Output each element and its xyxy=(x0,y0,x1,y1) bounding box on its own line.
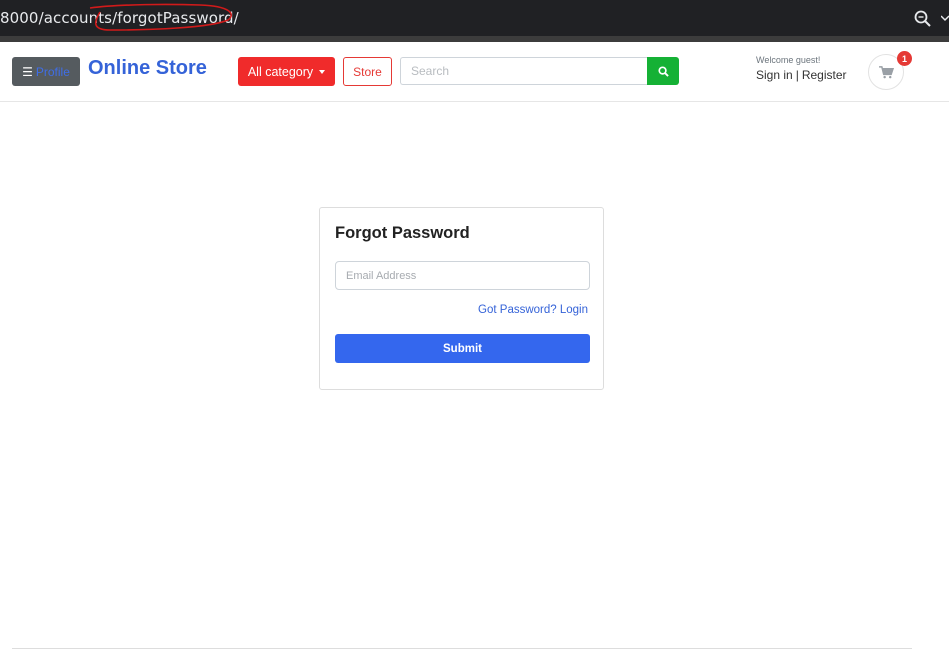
submit-button[interactable]: Submit xyxy=(335,334,590,363)
site-header: ☰ Profile Online Store All category Stor… xyxy=(0,42,949,102)
signin-link[interactable]: Sign in xyxy=(756,68,793,82)
menu-icon: ☰ xyxy=(22,64,33,79)
footer-divider xyxy=(12,648,912,649)
cart-icon xyxy=(878,65,894,78)
page-title: Forgot Password xyxy=(335,224,470,242)
caret-down-icon xyxy=(319,70,326,74)
cart-count-badge: 1 xyxy=(897,51,912,66)
welcome-text: Welcome guest! xyxy=(756,55,821,65)
login-link[interactable]: Got Password? Login xyxy=(478,304,588,316)
search-icon xyxy=(657,65,669,77)
register-link[interactable]: Register xyxy=(802,68,847,82)
search-button[interactable] xyxy=(647,57,679,85)
store-button[interactable]: Store xyxy=(343,57,392,86)
email-field[interactable] xyxy=(335,261,590,290)
all-category-button[interactable]: All category xyxy=(238,57,335,86)
brand-logo[interactable]: Online Store xyxy=(88,57,207,80)
all-category-label: All category xyxy=(247,64,314,79)
profile-button[interactable]: ☰ Profile xyxy=(12,57,80,86)
auth-links: Sign in | Register xyxy=(756,68,847,82)
chevron-down-icon[interactable] xyxy=(941,14,949,22)
forgot-password-card: Forgot Password Got Password? Login Subm… xyxy=(319,207,604,390)
browser-toolbar: 8000/accounts/forgotPassword/ xyxy=(0,0,949,36)
zoom-icon[interactable] xyxy=(913,9,933,29)
address-bar[interactable]: 8000/accounts/forgotPassword/ xyxy=(0,9,239,27)
search-input[interactable] xyxy=(400,57,648,85)
auth-separator: | xyxy=(795,68,799,82)
profile-label: Profile xyxy=(35,64,70,79)
